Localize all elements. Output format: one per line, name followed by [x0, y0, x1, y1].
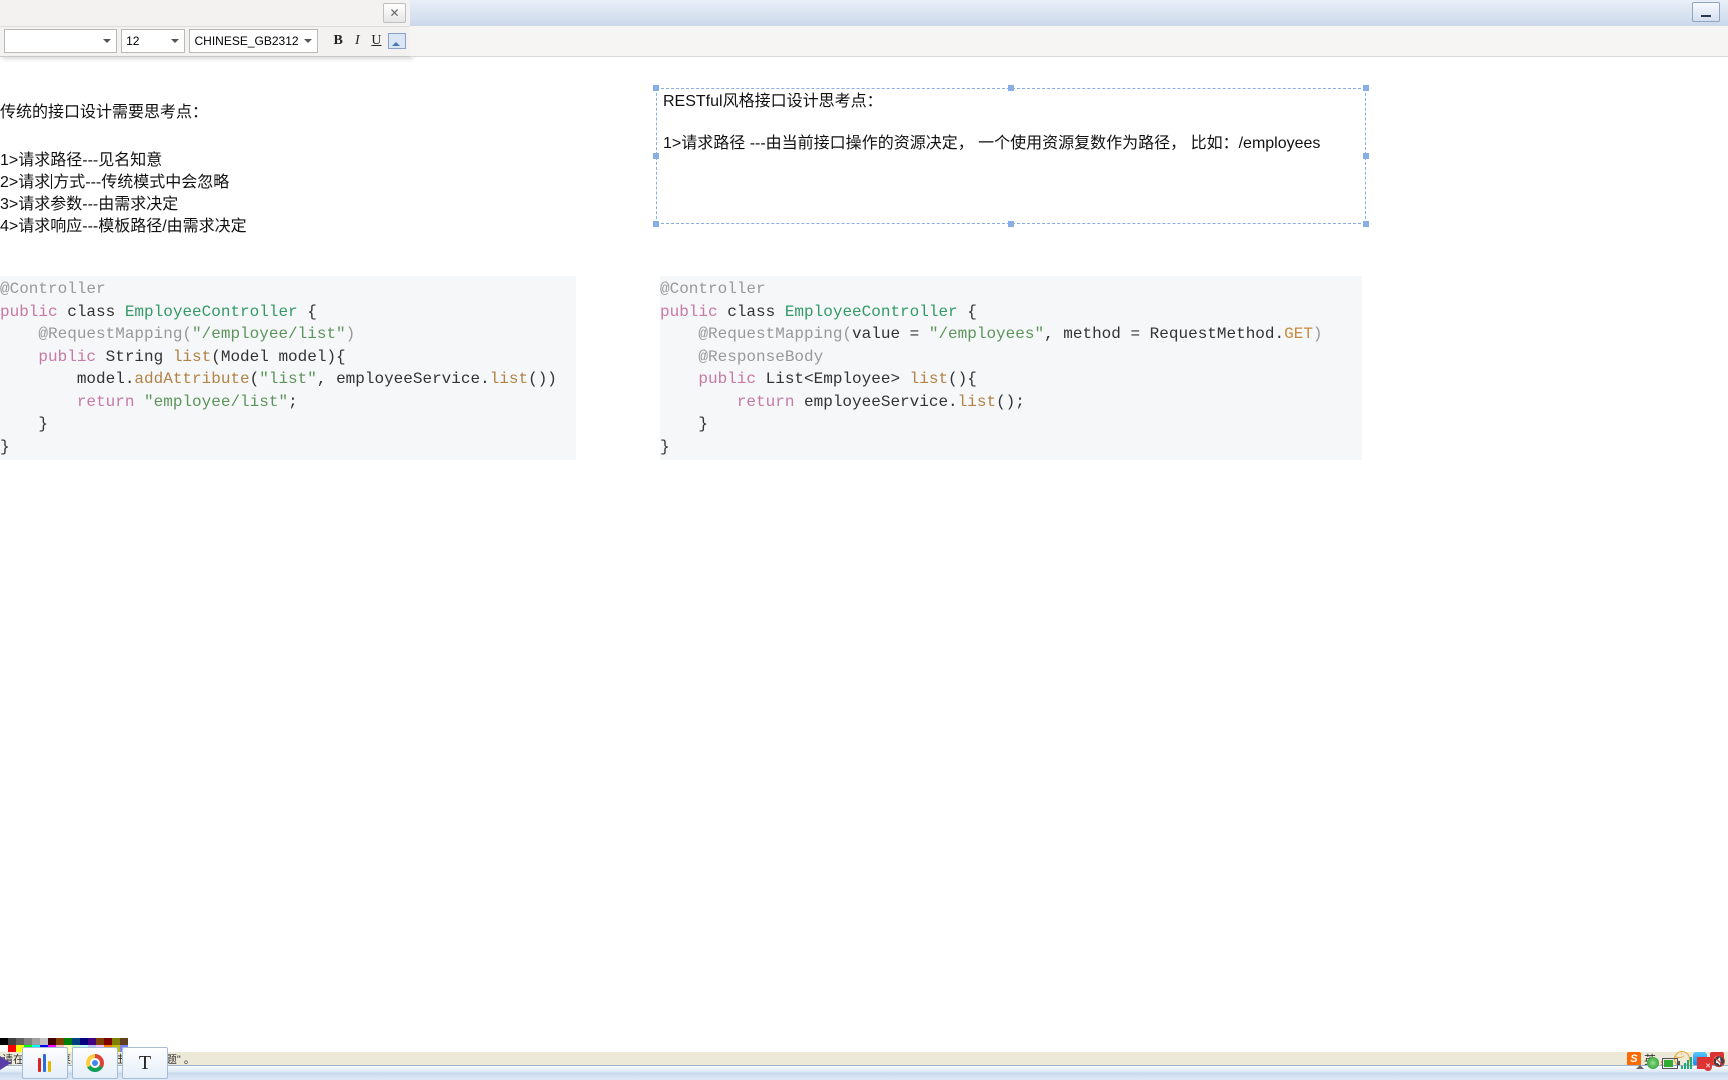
- paint-icon: [37, 1054, 53, 1072]
- font-size-value: 12: [126, 34, 139, 48]
- line: 3>请求参数---由需求决定: [0, 194, 600, 216]
- line: 4>请求响应---模板路径/由需求决定: [0, 216, 600, 238]
- font-script-select[interactable]: CHINESE_GB2312: [189, 29, 317, 53]
- color-swatch[interactable]: [120, 1038, 128, 1045]
- window-titlebar: [410, 0, 1728, 27]
- volume-muted-icon[interactable]: [1713, 1057, 1726, 1069]
- action-center-icon[interactable]: [1697, 1057, 1710, 1069]
- color-swatch[interactable]: [112, 1038, 120, 1045]
- underline-button[interactable]: U: [369, 32, 384, 50]
- canvas[interactable]: 传统的接口设计需要思考点： 1>请求路径---见名知意 2>请求方式---传统模…: [0, 56, 1728, 1040]
- insert-image-button[interactable]: [388, 32, 406, 50]
- taskbar-item-chrome[interactable]: [72, 1047, 118, 1079]
- line: 1>请求路径---见名知意: [0, 150, 600, 172]
- close-icon[interactable]: ✕: [383, 3, 406, 23]
- image-icon: [388, 33, 406, 49]
- color-swatch[interactable]: [8, 1038, 16, 1045]
- color-swatch[interactable]: [16, 1038, 24, 1045]
- bold-button[interactable]: B: [331, 32, 346, 50]
- signal-icon[interactable]: [1681, 1057, 1694, 1069]
- system-tray: [1634, 1046, 1726, 1080]
- format-toolbar: ✕ 12 CHINESE_GB2312 B I U: [0, 0, 411, 57]
- color-swatch[interactable]: [56, 1038, 64, 1045]
- line: 1>请求路径 ---由当前接口操作的资源决定， 一个使用资源复数作为路径， 比如…: [663, 133, 1359, 155]
- color-swatch[interactable]: [104, 1038, 112, 1045]
- text-block-traditional[interactable]: 传统的接口设计需要思考点： 1>请求路径---见名知意 2>请求方式---传统模…: [0, 102, 600, 238]
- color-swatch[interactable]: [40, 1038, 48, 1045]
- status-bar: 请在 "帮助" 菜单中，单击 "帮助主题" 。 S 英 ，: [0, 1052, 1728, 1066]
- minimize-button[interactable]: [1692, 2, 1720, 22]
- taskbar-item-paint[interactable]: [22, 1047, 68, 1079]
- taskbar[interactable]: T: [0, 1065, 1728, 1080]
- color-swatch[interactable]: [32, 1038, 40, 1045]
- color-swatch[interactable]: [72, 1038, 80, 1045]
- resize-handle[interactable]: [653, 221, 659, 227]
- color-swatch[interactable]: [96, 1038, 104, 1045]
- resize-handle[interactable]: [653, 153, 659, 159]
- code-block-restful: @Controller public class EmployeeControl…: [660, 276, 1362, 460]
- toolbar-strip: [410, 26, 1728, 57]
- taskbar-item-media[interactable]: [0, 1048, 18, 1078]
- chrome-icon: [86, 1054, 104, 1072]
- color-swatch[interactable]: [80, 1038, 88, 1045]
- resize-handle[interactable]: [1363, 85, 1369, 91]
- line: 2>请求方式---传统模式中会忽略: [0, 172, 600, 194]
- heading: RESTful风格接口设计思考点：: [663, 91, 1359, 113]
- resize-handle[interactable]: [653, 85, 659, 91]
- color-swatch[interactable]: [0, 1038, 8, 1045]
- resize-handle[interactable]: [1008, 85, 1014, 91]
- text-app-icon: T: [139, 1052, 151, 1075]
- tray-status-icon[interactable]: [1647, 1057, 1659, 1069]
- taskbar-item-text[interactable]: T: [122, 1047, 168, 1079]
- battery-icon[interactable]: [1662, 1058, 1678, 1069]
- code-block-traditional: @Controller public class EmployeeControl…: [0, 276, 576, 460]
- color-swatch[interactable]: [24, 1038, 32, 1045]
- tray-expand-icon[interactable]: [1634, 1058, 1644, 1068]
- font-family-select[interactable]: [4, 29, 117, 53]
- resize-handle[interactable]: [1363, 153, 1369, 159]
- text-cursor: [51, 174, 52, 189]
- resize-handle[interactable]: [1363, 221, 1369, 227]
- italic-button[interactable]: I: [350, 32, 365, 50]
- text-block-restful-selected[interactable]: RESTful风格接口设计思考点： 1>请求路径 ---由当前接口操作的资源决定…: [656, 88, 1366, 224]
- color-swatch[interactable]: [48, 1038, 56, 1045]
- color-swatch[interactable]: [64, 1038, 72, 1045]
- font-size-select[interactable]: 12: [121, 29, 185, 53]
- heading: 传统的接口设计需要思考点：: [0, 102, 600, 124]
- color-swatch[interactable]: [88, 1038, 96, 1045]
- resize-handle[interactable]: [1008, 221, 1014, 227]
- font-script-value: CHINESE_GB2312: [194, 34, 298, 48]
